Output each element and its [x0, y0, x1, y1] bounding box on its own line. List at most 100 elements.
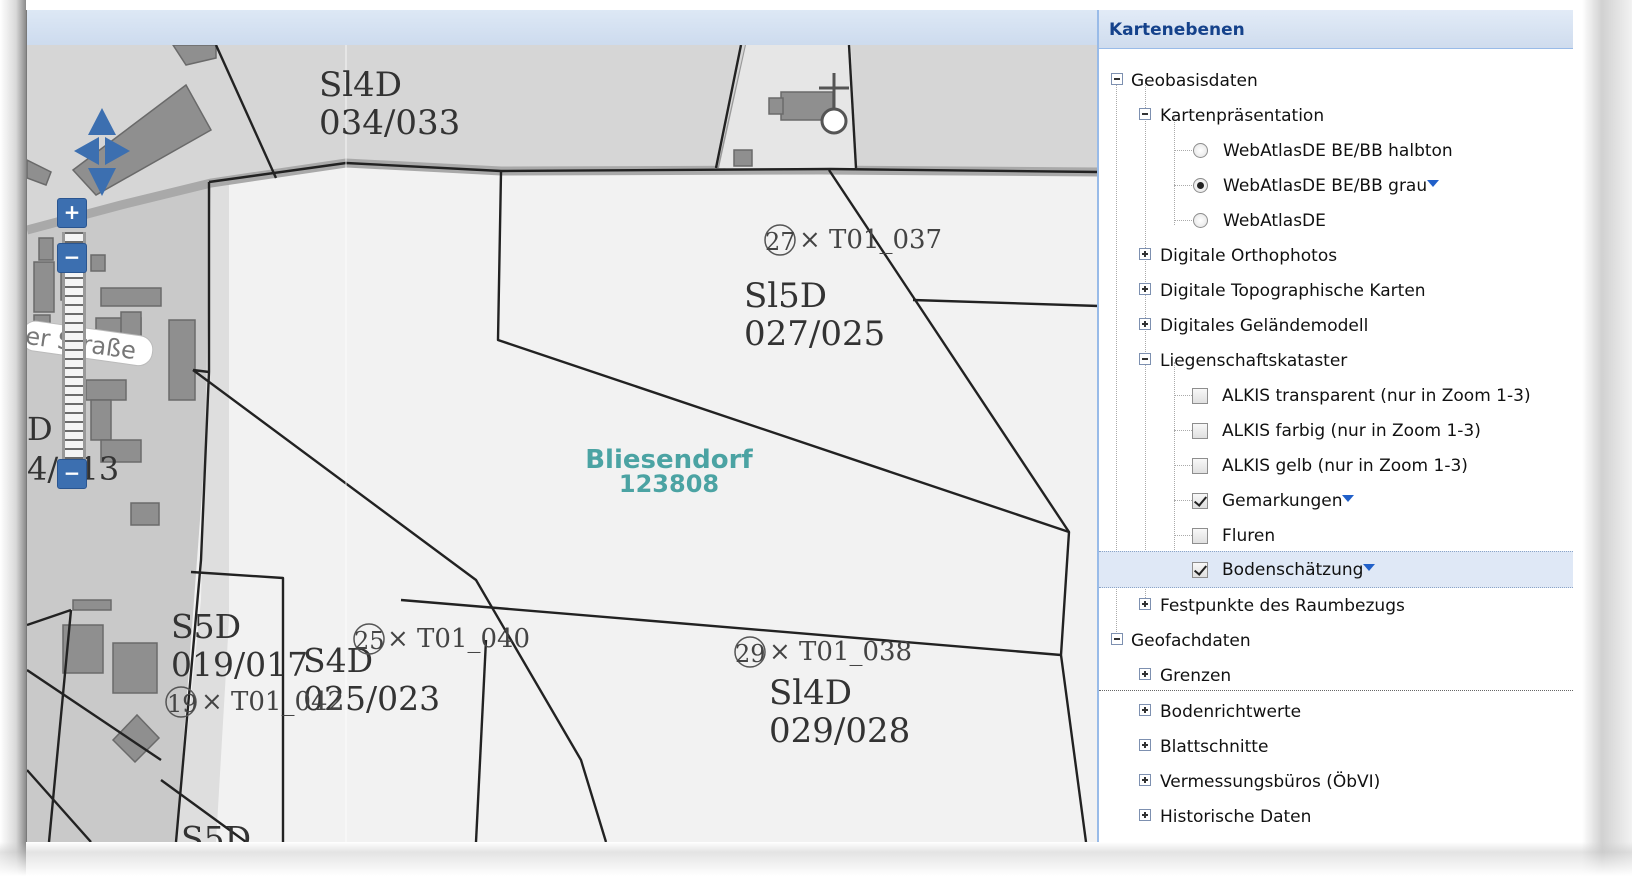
- radio-button[interactable]: [1193, 213, 1208, 228]
- parcel-label-soil: Sl4D: [319, 65, 402, 105]
- expand-icon[interactable]: [1139, 739, 1151, 751]
- pan-down-icon[interactable]: [88, 168, 116, 196]
- tree-node-topo-karten[interactable]: Digitale Topographische Karten: [1099, 273, 1573, 308]
- tree-node-liegenschaftskataster[interactable]: Liegenschaftskataster: [1099, 343, 1573, 378]
- tree-node-label: Bodenrichtwerte: [1160, 702, 1302, 722]
- expand-icon[interactable]: [1139, 283, 1151, 295]
- checkbox-checked[interactable]: [1192, 562, 1208, 578]
- svg-text:29: 29: [735, 640, 766, 668]
- pan-control[interactable]: [69, 105, 135, 197]
- sample-point-id: × T01_042: [201, 687, 344, 717]
- collapse-icon[interactable]: [1111, 633, 1123, 645]
- expand-icon[interactable]: [1139, 774, 1151, 786]
- parcel-label-soil: S5D: [181, 819, 251, 842]
- layer-label: ALKIS transparent (nur in Zoom 1-3): [1222, 386, 1531, 406]
- window-shadow-right: [1582, 0, 1632, 876]
- layer-webatlas-grau[interactable]: WebAtlasDE BE/BB grau: [1099, 168, 1573, 203]
- svg-text:19: 19: [167, 690, 198, 718]
- tree-node-geobasisdaten[interactable]: Geobasisdaten: [1099, 63, 1573, 98]
- radio-button-selected[interactable]: [1193, 178, 1208, 193]
- checkbox-checked[interactable]: [1192, 493, 1208, 509]
- tree-node-label: Digitales Geländemodell: [1160, 316, 1369, 336]
- radio-button[interactable]: [1193, 143, 1208, 158]
- layer-label: ALKIS gelb (nur in Zoom 1-3): [1222, 456, 1468, 476]
- panel-header: Kartenebenen: [1099, 10, 1573, 49]
- layer-webatlas-halbton[interactable]: WebAtlasDE BE/BB halbton: [1099, 133, 1573, 168]
- parcel-label-value: 027/025: [744, 314, 885, 354]
- separator: [1099, 690, 1573, 691]
- pan-right-icon[interactable]: [105, 137, 130, 165]
- svg-text:27: 27: [765, 228, 796, 256]
- layer-label: WebAtlasDE BE/BB halbton: [1223, 141, 1453, 161]
- tree-node-vermessungsbueros[interactable]: Vermessungsbüros (ÖbVI): [1099, 764, 1573, 799]
- sample-point[interactable]: 29 × T01_038: [734, 636, 912, 668]
- collapse-icon[interactable]: [1111, 73, 1123, 85]
- gemarkung-number: 123808: [619, 470, 719, 498]
- expand-icon[interactable]: [1139, 809, 1151, 821]
- expand-icon[interactable]: [1139, 598, 1151, 610]
- map-toolbar: [27, 10, 1099, 46]
- parcel-label-soil: S5D: [171, 607, 241, 646]
- pan-left-icon[interactable]: [74, 137, 99, 165]
- map-canvas[interactable]: Sl4D 034/033 Sl5D 027/025 S5D 019/017 S4…: [27, 45, 1099, 842]
- collapse-icon[interactable]: [1139, 108, 1151, 120]
- dropdown-arrow-icon[interactable]: [1427, 180, 1439, 187]
- tree-node-bodenrichtwerte[interactable]: Bodenrichtwerte: [1099, 694, 1573, 729]
- tree-node-grenzen[interactable]: Grenzen: [1099, 658, 1573, 693]
- parcel-label-value: 034/033: [319, 103, 460, 143]
- layer-alkis-farbig[interactable]: ALKIS farbig (nur in Zoom 1-3): [1099, 413, 1573, 448]
- expand-icon[interactable]: [1139, 248, 1151, 260]
- zoom-out-button[interactable]: −: [57, 459, 87, 489]
- checkbox[interactable]: [1192, 458, 1208, 474]
- zoom-in-button[interactable]: +: [57, 198, 87, 228]
- tree-node-orthophotos[interactable]: Digitale Orthophotos: [1099, 238, 1573, 273]
- parcel-label-value: 019/017: [171, 645, 308, 684]
- dropdown-arrow-icon[interactable]: [1342, 495, 1354, 502]
- tree-node-label: Grenzen: [1160, 666, 1232, 686]
- expand-icon[interactable]: [1139, 318, 1151, 330]
- layer-label: WebAtlasDE: [1223, 211, 1326, 231]
- checkbox[interactable]: [1192, 388, 1208, 404]
- tree-node-label: Digitale Orthophotos: [1160, 246, 1338, 266]
- checkbox[interactable]: [1192, 528, 1208, 544]
- layer-alkis-gelb[interactable]: ALKIS gelb (nur in Zoom 1-3): [1099, 448, 1573, 483]
- window-shadow-left: [0, 0, 26, 876]
- map-view[interactable]: Sl4D 034/033 Sl5D 027/025 S5D 019/017 S4…: [26, 10, 1099, 842]
- pan-up-icon[interactable]: [88, 108, 116, 135]
- layer-fluren[interactable]: Fluren: [1099, 518, 1573, 553]
- sample-point-id: × T01_038: [769, 637, 912, 667]
- expand-icon[interactable]: [1139, 704, 1151, 716]
- tree-node-geofachdaten[interactable]: Geofachdaten: [1099, 623, 1573, 658]
- panel-title: Kartenebenen: [1109, 20, 1245, 40]
- tree-node-label: Historische Daten: [1160, 807, 1312, 827]
- sample-point[interactable]: 25 × T01_040: [353, 623, 530, 655]
- tree-node-blattschnitte[interactable]: Blattschnitte: [1099, 729, 1573, 764]
- zoom-handle[interactable]: −: [57, 243, 87, 273]
- layer-label: WebAtlasDE BE/BB grau: [1223, 176, 1428, 196]
- app-window: Sl4D 034/033 Sl5D 027/025 S5D 019/017 S4…: [0, 0, 1632, 876]
- tree-node-gelaendemodell[interactable]: Digitales Geländemodell: [1099, 308, 1573, 343]
- tree-node-historische-daten[interactable]: Historische Daten: [1099, 799, 1573, 834]
- layer-webatlas[interactable]: WebAtlasDE: [1099, 203, 1573, 238]
- parcel-label-value: 029/028: [769, 711, 910, 751]
- tree-node-festpunkte[interactable]: Festpunkte des Raumbezugs: [1099, 588, 1573, 623]
- sample-point-id: × T01_040: [387, 624, 530, 654]
- layer-alkis-transparent[interactable]: ALKIS transparent (nur in Zoom 1-3): [1099, 378, 1573, 413]
- expand-icon[interactable]: [1139, 668, 1151, 680]
- sample-point[interactable]: 19 × T01_042: [165, 686, 344, 718]
- svg-text:25: 25: [354, 627, 385, 655]
- tree-node-label: Geobasisdaten: [1131, 71, 1258, 91]
- sample-point[interactable]: 27 × T01_037: [764, 224, 942, 256]
- tree-node-kartenpraesentation[interactable]: Kartenpräsentation: [1099, 98, 1573, 133]
- collapse-icon[interactable]: [1139, 353, 1151, 365]
- checkbox[interactable]: [1192, 423, 1208, 439]
- sample-point-id: × T01_037: [799, 225, 942, 255]
- tree-node-label: Blattschnitte: [1160, 737, 1269, 757]
- tree-node-label: Vermessungsbüros (ÖbVI): [1160, 772, 1381, 792]
- layer-bodenschaetzung[interactable]: Bodenschätzung: [1099, 551, 1573, 588]
- dropdown-arrow-icon[interactable]: [1363, 564, 1375, 571]
- layer-label: Bodenschätzung: [1222, 560, 1364, 580]
- layer-label: Fluren: [1222, 526, 1276, 546]
- tree-node-label: Geofachdaten: [1131, 631, 1251, 651]
- layer-gemarkungen[interactable]: Gemarkungen: [1099, 483, 1573, 518]
